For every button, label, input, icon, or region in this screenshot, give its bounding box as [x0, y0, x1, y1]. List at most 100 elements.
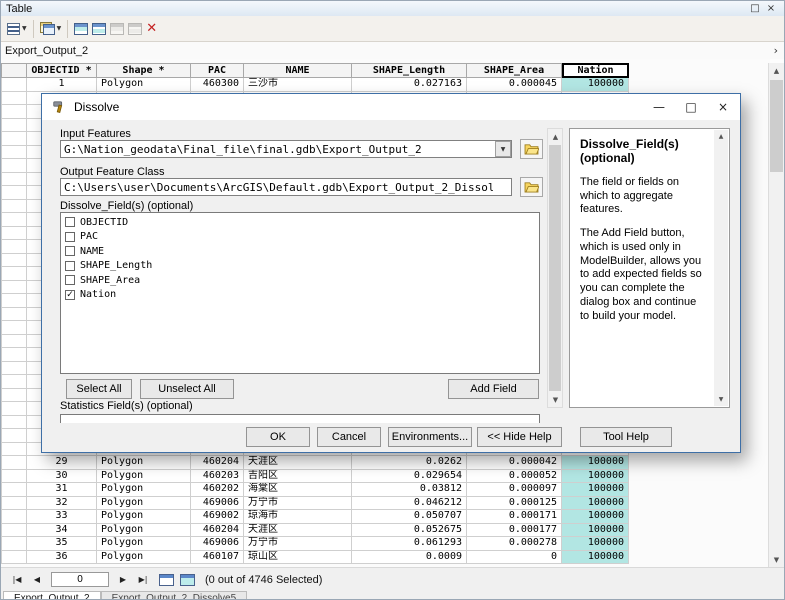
- row-selector[interactable]: [1, 456, 27, 470]
- row-selector[interactable]: [1, 294, 27, 308]
- help-scrollbar-down-icon[interactable]: ▼: [714, 393, 728, 406]
- tool-help-button[interactable]: Tool Help: [580, 427, 672, 447]
- minimize-button[interactable]: —: [644, 94, 674, 120]
- table-cell[interactable]: Polygon: [97, 483, 191, 497]
- row-selector[interactable]: [1, 146, 27, 160]
- table-row[interactable]: 36Polygon460107琼山区0.00090100000: [1, 551, 629, 565]
- help-scrollbar-up-icon[interactable]: ▲: [714, 130, 728, 143]
- row-selector[interactable]: [1, 348, 27, 362]
- chevron-right-icon[interactable]: ›: [774, 44, 778, 57]
- first-record-button[interactable]: |◀: [7, 572, 27, 588]
- row-selector[interactable]: [1, 321, 27, 335]
- row-selector[interactable]: [1, 267, 27, 281]
- table-cell[interactable]: 0.061293: [352, 537, 467, 551]
- field-item-pac[interactable]: PAC: [61, 230, 539, 245]
- table-cell[interactable]: 100000: [562, 78, 629, 92]
- previous-record-button[interactable]: ◀: [27, 572, 47, 588]
- table-cell[interactable]: 469006: [191, 497, 244, 511]
- table-cell[interactable]: 100000: [562, 470, 629, 484]
- column-header-2[interactable]: PAC: [191, 63, 244, 78]
- row-selector[interactable]: [1, 389, 27, 403]
- maximize-button[interactable]: □: [676, 94, 706, 120]
- tab-export-output-2[interactable]: Export_Output_2: [3, 591, 101, 600]
- table-cell[interactable]: 0.0262: [352, 456, 467, 470]
- dialog-scrollbar-down-icon[interactable]: ▼: [548, 392, 563, 407]
- row-selector[interactable]: [1, 429, 27, 443]
- table-cell[interactable]: 0.000171: [467, 510, 562, 524]
- table-cell[interactable]: 0.000042: [467, 456, 562, 470]
- table-cell[interactable]: 100000: [562, 551, 629, 565]
- table-cell[interactable]: 0.000177: [467, 524, 562, 538]
- row-selector[interactable]: [1, 551, 27, 565]
- column-header-6[interactable]: Nation: [562, 63, 629, 78]
- dialog-scrollbar[interactable]: ▲ ▼: [547, 128, 563, 408]
- checkbox-unchecked-icon[interactable]: [65, 232, 75, 242]
- table-cell[interactable]: Polygon: [97, 497, 191, 511]
- table-cell[interactable]: Polygon: [97, 470, 191, 484]
- select-by-attributes-button[interactable]: [72, 18, 90, 40]
- table-cell[interactable]: Polygon: [97, 78, 191, 92]
- field-item-shape_length[interactable]: SHAPE_Length: [61, 259, 539, 274]
- environments-button[interactable]: Environments...: [388, 427, 472, 447]
- table-row[interactable]: 32Polygon469006万宁市0.0462120.000125100000: [1, 497, 629, 511]
- table-cell[interactable]: 天涯区: [244, 524, 352, 538]
- table-row[interactable]: 34Polygon460204天涯区0.0526750.000177100000: [1, 524, 629, 538]
- table-cell[interactable]: 33: [27, 510, 97, 524]
- checkbox-unchecked-icon[interactable]: [65, 246, 75, 256]
- last-record-button[interactable]: ▶|: [133, 572, 153, 588]
- table-cell[interactable]: 琼海市: [244, 510, 352, 524]
- row-selector[interactable]: [1, 254, 27, 268]
- table-cell[interactable]: 460203: [191, 470, 244, 484]
- table-cell[interactable]: 469002: [191, 510, 244, 524]
- column-header-0[interactable]: OBJECTID *: [27, 63, 97, 78]
- table-cell[interactable]: 0.029654: [352, 470, 467, 484]
- table-scrollbar-thumb[interactable]: [770, 80, 783, 172]
- field-item-name[interactable]: NAME: [61, 244, 539, 259]
- row-selector[interactable]: [1, 78, 27, 92]
- table-cell[interactable]: 万宁市: [244, 537, 352, 551]
- table-cell[interactable]: 0: [467, 551, 562, 565]
- field-item-shape_area[interactable]: SHAPE_Area: [61, 273, 539, 288]
- row-selector[interactable]: [1, 132, 27, 146]
- table-cell[interactable]: 34: [27, 524, 97, 538]
- row-selector[interactable]: [1, 105, 27, 119]
- row-selector[interactable]: [1, 119, 27, 133]
- row-selector[interactable]: [1, 497, 27, 511]
- table-cell[interactable]: Polygon: [97, 537, 191, 551]
- output-feature-class-input[interactable]: [60, 178, 512, 196]
- table-cell[interactable]: 36: [27, 551, 97, 565]
- input-browse-button[interactable]: [520, 139, 543, 159]
- delete-selected-button[interactable]: ✕: [144, 18, 159, 40]
- table-cell[interactable]: 0.050707: [352, 510, 467, 524]
- switch-selection-button[interactable]: [90, 18, 108, 40]
- hide-help-button[interactable]: << Hide Help: [477, 427, 562, 447]
- table-cell[interactable]: 469006: [191, 537, 244, 551]
- row-selector[interactable]: [1, 416, 27, 430]
- table-cell[interactable]: 100000: [562, 524, 629, 538]
- help-scrollbar[interactable]: ▲ ▼: [714, 130, 728, 406]
- table-cell[interactable]: 0.000278: [467, 537, 562, 551]
- checkbox-unchecked-icon[interactable]: [65, 261, 75, 271]
- row-selector[interactable]: [1, 281, 27, 295]
- statistics-fields-listbox[interactable]: [60, 414, 540, 423]
- row-selector[interactable]: [1, 159, 27, 173]
- row-selector[interactable]: [1, 92, 27, 106]
- column-header-4[interactable]: SHAPE_Length: [352, 63, 467, 78]
- checkbox-checked-icon[interactable]: ✓: [65, 290, 75, 300]
- table-cell[interactable]: 100000: [562, 497, 629, 511]
- table-cell[interactable]: 0.046212: [352, 497, 467, 511]
- combo-dropdown-icon[interactable]: ▼: [495, 141, 511, 157]
- table-cell[interactable]: 0.052675: [352, 524, 467, 538]
- table-cell[interactable]: 万宁市: [244, 497, 352, 511]
- show-selected-records-button[interactable]: [180, 574, 195, 586]
- table-row[interactable]: 1Polygon460300三沙市0.0271630.000045100000: [1, 78, 629, 92]
- unselect-all-button[interactable]: Unselect All: [140, 379, 234, 399]
- table-cell[interactable]: Polygon: [97, 510, 191, 524]
- table-scrollbar-down-icon[interactable]: ▼: [769, 552, 784, 567]
- table-cell[interactable]: 100000: [562, 537, 629, 551]
- row-selector[interactable]: [1, 308, 27, 322]
- table-cell[interactable]: 三沙市: [244, 78, 352, 92]
- table-cell[interactable]: 0.000097: [467, 483, 562, 497]
- table-cell[interactable]: Polygon: [97, 551, 191, 565]
- dialog-scrollbar-thumb[interactable]: [549, 145, 561, 391]
